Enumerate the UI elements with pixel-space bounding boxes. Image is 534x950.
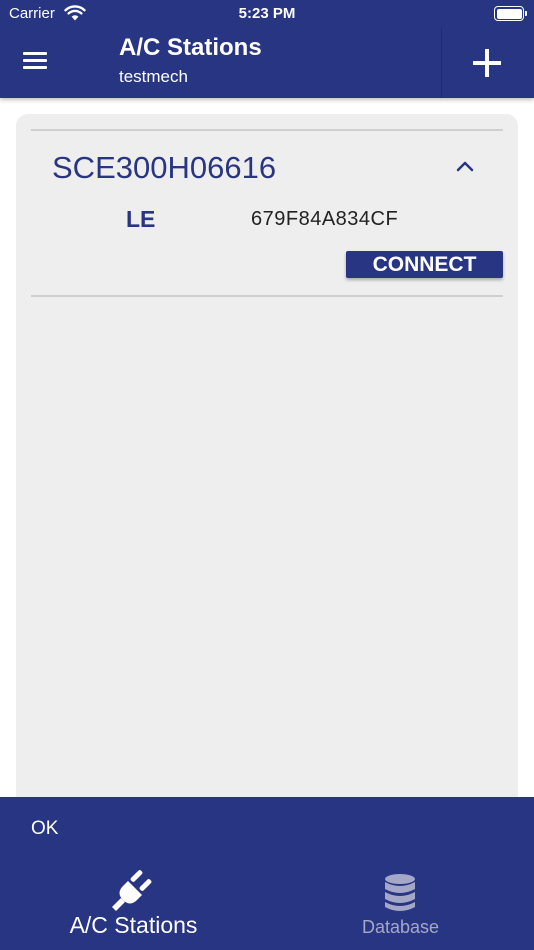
station-protocol: LE xyxy=(126,206,156,232)
station-address: 679F84A834CF xyxy=(251,208,399,230)
chevron-up-icon[interactable] xyxy=(456,160,474,172)
page-subtitle: testmech xyxy=(119,67,188,86)
page-title: A/C Stations xyxy=(119,34,262,61)
status-time: 5:23 PM xyxy=(238,5,296,22)
divider xyxy=(31,295,503,297)
bottom-tab-bar: OK A/C Stations Database xyxy=(0,797,534,950)
tab-ac-stations[interactable]: A/C Stations xyxy=(0,857,267,947)
tab-database[interactable]: Database xyxy=(267,857,534,947)
app-screen: Carrier 5:23 PM A/C Stations testmech SC… xyxy=(0,0,534,950)
divider xyxy=(31,129,503,131)
ok-button[interactable]: OK xyxy=(31,818,58,840)
tab-label: Database xyxy=(361,917,440,937)
plug-icon xyxy=(112,870,152,911)
tab-label: A/C Stations xyxy=(69,912,198,938)
status-bar: Carrier 5:23 PM xyxy=(0,0,534,28)
add-station-button[interactable] xyxy=(442,28,534,98)
connect-button[interactable]: CONNECT xyxy=(346,251,503,278)
database-icon xyxy=(385,874,415,911)
battery-icon xyxy=(494,6,527,21)
station-list-card: SCE300H06616 LE 679F84A834CF CONNECT xyxy=(16,114,518,814)
hamburger-menu-icon[interactable] xyxy=(22,52,50,74)
app-header: Carrier 5:23 PM A/C Stations testmech xyxy=(0,0,534,98)
station-name[interactable]: SCE300H06616 xyxy=(52,150,276,186)
